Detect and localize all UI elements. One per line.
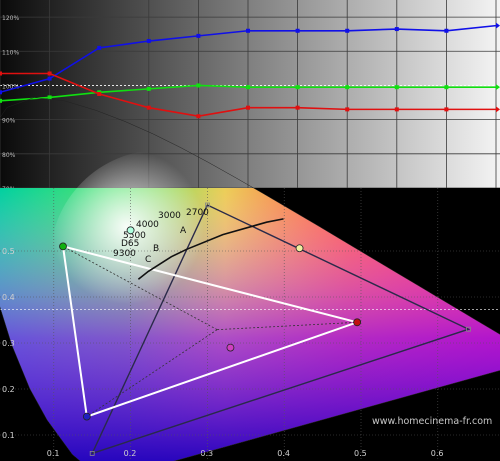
rgb-y-tick-label: 120% [2,15,19,22]
rgb-series-point [0,98,2,103]
measured-primary-point [82,412,91,421]
rgb-series-point [0,90,2,95]
cct-label: 9300 [113,249,136,259]
cie-y-tick-label: 0.2 [2,385,15,394]
cie-x-tick-label: 0.6 [431,449,444,458]
measured-primary-point [59,242,67,251]
rgb-series-point [345,85,350,90]
cct-label: 2700 [186,208,209,218]
rgb-y-tick-label: 110% [2,49,19,56]
rgb-series-point [295,105,300,110]
rgb-series-point [246,28,250,33]
rgb-series-point [146,39,151,44]
watermark-text: www.homecinema-fr.com [372,416,492,427]
rgb-series-point [246,85,250,90]
measured-secondary-point [295,244,304,253]
rgb-y-tick-label: 80% [2,152,16,159]
measured-secondary-point [126,226,135,235]
cie-x-tick-label: 0.5 [354,449,367,458]
rgb-series-point [97,45,102,50]
cct-label: D65 [121,239,139,249]
rgb-series-point [196,83,201,88]
cie-y-tick-label: 0.5 [2,247,15,256]
rgb-series-point [444,85,449,90]
rgb-series-point [47,71,52,76]
cie-y-tick-label: 0.1 [2,431,15,440]
cie-fill-white-center [50,150,270,370]
cie-x-tick-label: 0.3 [200,449,213,458]
illuminant-label: B [153,244,159,254]
cie-y-tick-label: 0.4 [2,293,15,302]
rgb-series-point [246,105,250,110]
rgb-series-point [146,105,151,110]
rgb-series-point [394,107,399,112]
cct-label: 3000 [158,211,181,221]
rgb-series-point [295,28,300,33]
rgb-series-point [97,92,102,96]
measured-secondary-point [226,343,235,352]
rgb-series-point [196,114,201,119]
rgb-series-point [345,28,350,33]
rgb-series-point [0,71,2,76]
cie-x-tick-label: 0.2 [124,449,137,458]
measured-primary-point [353,318,362,327]
rgb-series-point [394,85,399,90]
illuminant-label: A [180,226,187,236]
rgb-series-point [47,76,52,81]
illuminant-label: C [145,255,151,265]
rgb-series-point [394,27,399,32]
rgb-series-point [444,107,449,112]
rgb-balance-chart: 120%110%100%90%80%70% [0,0,500,193]
rgb-series-point [345,107,350,112]
calibration-figure: 120%110%100%90%80%70% 0.10.20.30.40.50.6… [0,0,500,461]
rgb-series-point [295,85,300,90]
cie-y-tick-label: 0.3 [2,339,15,348]
rgb-series-point [444,28,449,33]
rgb-y-tick-label: 90% [2,118,16,125]
cie-x-tick-label: 0.4 [277,449,290,458]
rgb-series-point [146,86,151,91]
cct-label: 4000 [136,220,159,230]
rgb-series-point [196,33,201,38]
cie-x-tick-label: 0.1 [47,449,60,458]
